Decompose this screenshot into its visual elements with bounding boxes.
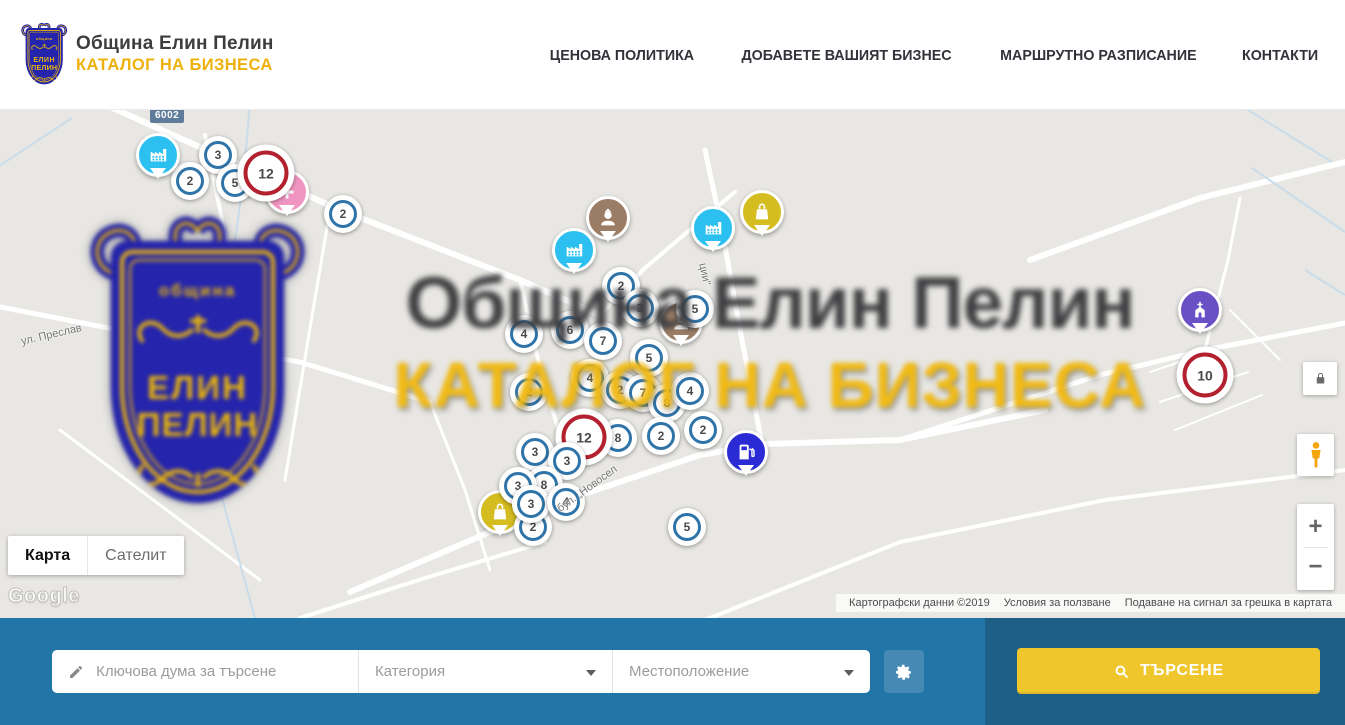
page: община ЕЛИН ПЕЛИН [0,0,1345,725]
zoom-control: + − [1297,504,1334,590]
search-fields: Категория Местоположение [52,650,870,693]
nav-item-route-schedule[interactable]: МАРШРУТНО РАЗПИСАНИЕ [1000,47,1196,64]
zoom-in-button[interactable]: + [1297,508,1334,546]
gear-icon [894,662,914,682]
lock-icon [1313,371,1328,386]
nav-item-contacts[interactable]: КОНТАКТИ [1242,47,1318,64]
category-dropdown[interactable]: Категория [358,650,612,693]
attribution-copyright: Картографски данни ©2019 [842,597,997,609]
location-placeholder: Местоположение [629,663,749,680]
crest-small-text: община [26,37,63,41]
site-titles: Община Елин Пелин КАТАЛОГ НА БИЗНЕСА [76,33,274,75]
crest-shield: община ЕЛИН ПЕЛИН [26,28,63,84]
search-icon [1113,663,1130,680]
crest-name-line2: ПЕЛИН [26,63,63,71]
crest-name-line1: ЕЛИН [26,56,63,64]
attribution-terms-link[interactable]: Условия за ползване [997,597,1118,609]
search-submit-button[interactable]: ТЪРСЕНЕ [1017,648,1320,694]
site-title: Община Елин Пелин [76,33,274,55]
map-type-control: Карта Сателит [8,536,184,575]
location-dropdown[interactable]: Местоположение [612,650,870,693]
site-subtitle: КАТАЛОГ НА БИЗНЕСА [76,56,274,75]
pegman-icon [1306,440,1326,470]
map-type-satellite-button[interactable]: Сателит [87,536,183,575]
municipality-crest-icon: община ЕЛИН ПЕЛИН [20,22,68,87]
crest-ornament-bottom-icon [30,74,58,84]
map-type-map-button[interactable]: Карта [8,536,87,575]
nav-item-add-business[interactable]: ДОБАВЕТЕ ВАШИЯТ БИЗНЕС [741,47,951,64]
category-placeholder: Категория [375,663,445,680]
pencil-icon [68,663,84,681]
map-attribution: Картографски данни ©2019 Условия за полз… [836,594,1345,612]
google-logo[interactable]: Google [8,585,80,608]
attribution-report-link[interactable]: Подаване на сигнал за грешка в картата [1118,597,1339,609]
keyword-input[interactable] [96,663,342,680]
site-logo[interactable]: община ЕЛИН ПЕЛИН [20,22,72,90]
pegman-button[interactable] [1297,434,1334,476]
chevron-down-icon [586,670,596,681]
google-map[interactable]: 3251222356475242784228123383234510ул. Пр… [0,110,1345,618]
lock-button[interactable] [1303,362,1337,395]
header: община ЕЛИН ПЕЛИН [0,0,1345,110]
chevron-down-icon [844,670,854,681]
zoom-out-button[interactable]: − [1297,548,1334,586]
map-controls-layer: Карта Сателит Google Картографски данни … [0,110,1345,618]
search-submit-label: ТЪРСЕНЕ [1140,662,1224,680]
crest-ornament-icon [30,42,58,54]
main-nav: ЦЕНОВА ПОЛИТИКА ДОБАВЕТЕ ВАШИЯТ БИЗНЕС М… [546,0,1320,110]
keyword-field[interactable] [52,650,358,693]
search-bar: Категория Местоположение ТЪРСЕНЕ [0,618,1345,725]
nav-item-pricing[interactable]: ЦЕНОВА ПОЛИТИКА [550,47,694,64]
advanced-search-button[interactable] [884,650,924,693]
